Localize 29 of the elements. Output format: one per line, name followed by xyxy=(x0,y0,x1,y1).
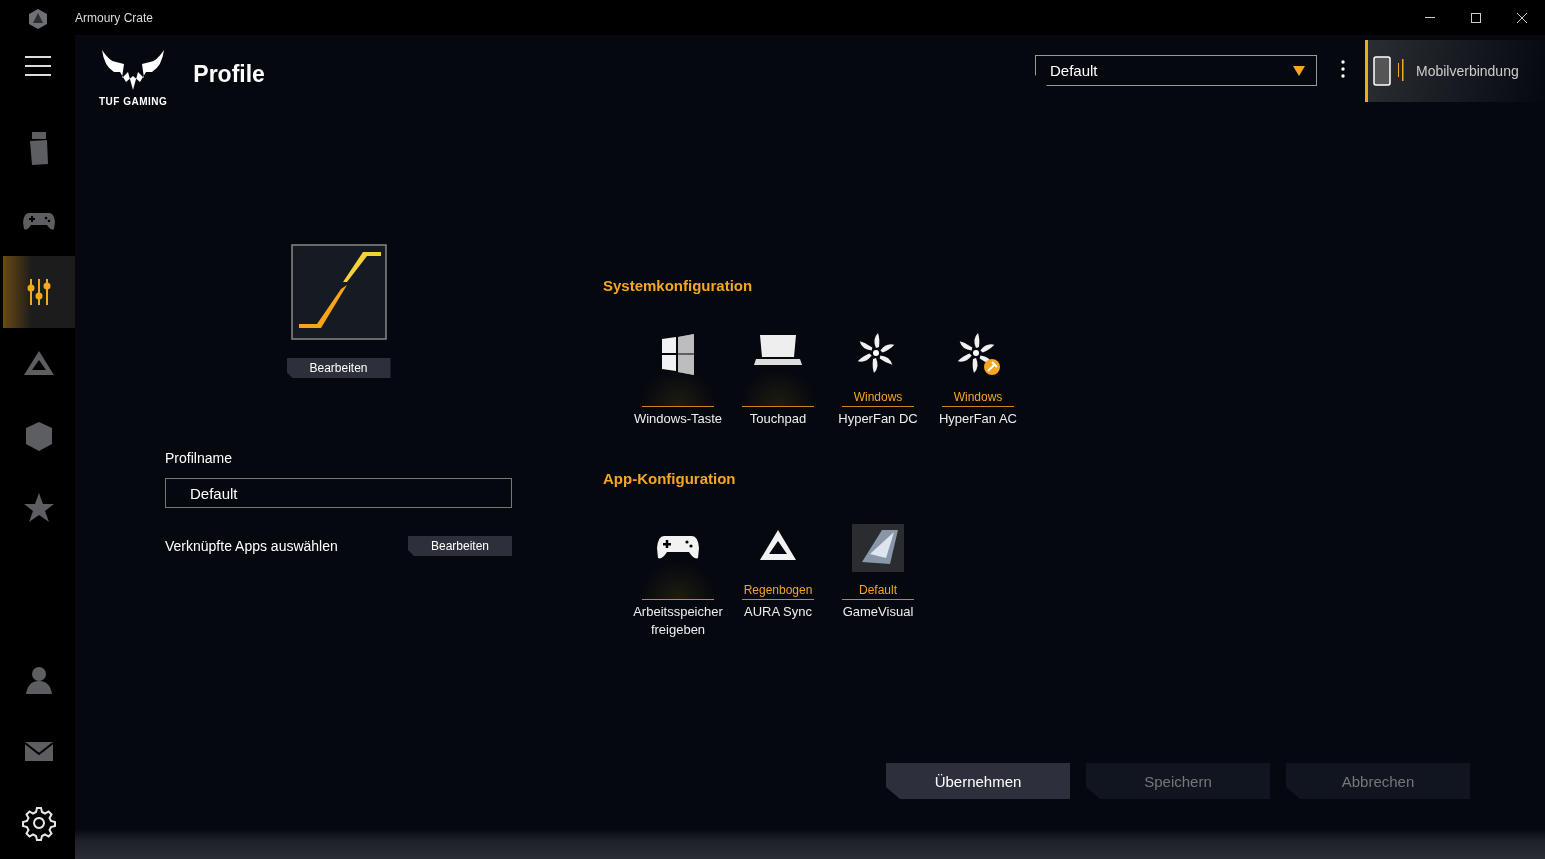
config-tile[interactable]: Touchpad xyxy=(728,331,828,428)
gamevisual-icon xyxy=(852,524,904,572)
logo-text: TUF GAMING xyxy=(99,96,168,107)
more-options-icon[interactable] xyxy=(1341,60,1345,81)
profile-dropdown[interactable]: Default xyxy=(1035,55,1317,86)
config-tile[interactable]: Windows-Taste xyxy=(628,331,728,428)
sidebar-sliders-button[interactable] xyxy=(3,256,75,328)
config-tile[interactable]: Arbeitsspeicher freigeben xyxy=(628,524,728,639)
window-title: Armoury Crate xyxy=(75,10,154,25)
profile-name-label: Profilname xyxy=(165,450,233,466)
config-tile[interactable]: Windows HyperFan AC xyxy=(928,331,1028,428)
config-tile[interactable]: Regenbogen AURA Sync xyxy=(728,524,828,639)
edit-avatar-button[interactable]: Bearbeiten xyxy=(286,358,391,378)
linked-apps-label: Verknüpfte Apps auswählen xyxy=(165,538,338,554)
maximize-icon xyxy=(1470,11,1482,24)
section-title: Systemkonfiguration xyxy=(603,277,753,294)
minimize-icon xyxy=(1425,17,1435,18)
config-tile[interactable]: Default GameVisual xyxy=(828,524,928,639)
dropdown-caret-icon xyxy=(1293,65,1305,76)
profile-avatar-icon xyxy=(290,244,387,340)
config-tile[interactable]: Windows HyperFan DC xyxy=(828,331,928,428)
app-logo-icon xyxy=(27,8,48,30)
close-icon xyxy=(1516,11,1528,24)
section-title: App-Konfiguration xyxy=(603,470,736,487)
edit-linked-apps-button[interactable]: Bearbeiten xyxy=(408,536,512,556)
profile-name-field[interactable]: Default xyxy=(165,478,512,508)
page-title: Profile xyxy=(193,61,265,88)
action-button[interactable]: Übernehmen xyxy=(886,763,1070,799)
settings-icon xyxy=(21,805,57,841)
